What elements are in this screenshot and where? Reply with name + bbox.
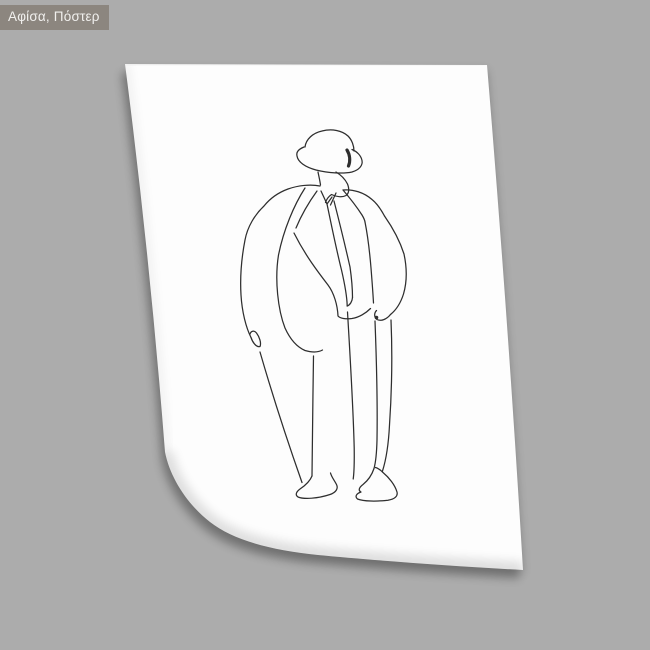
poster-mockup-scene: Αφίσα, Πόστερ	[0, 0, 650, 650]
category-label: Αφίσα, Πόστερ	[0, 5, 109, 30]
poster-scene-graphic	[121, 64, 524, 579]
thumb-mark	[374, 315, 379, 320]
product-image: { "badge": { "label": "Αφίσα, Πόστερ" },…	[0, 0, 650, 650]
